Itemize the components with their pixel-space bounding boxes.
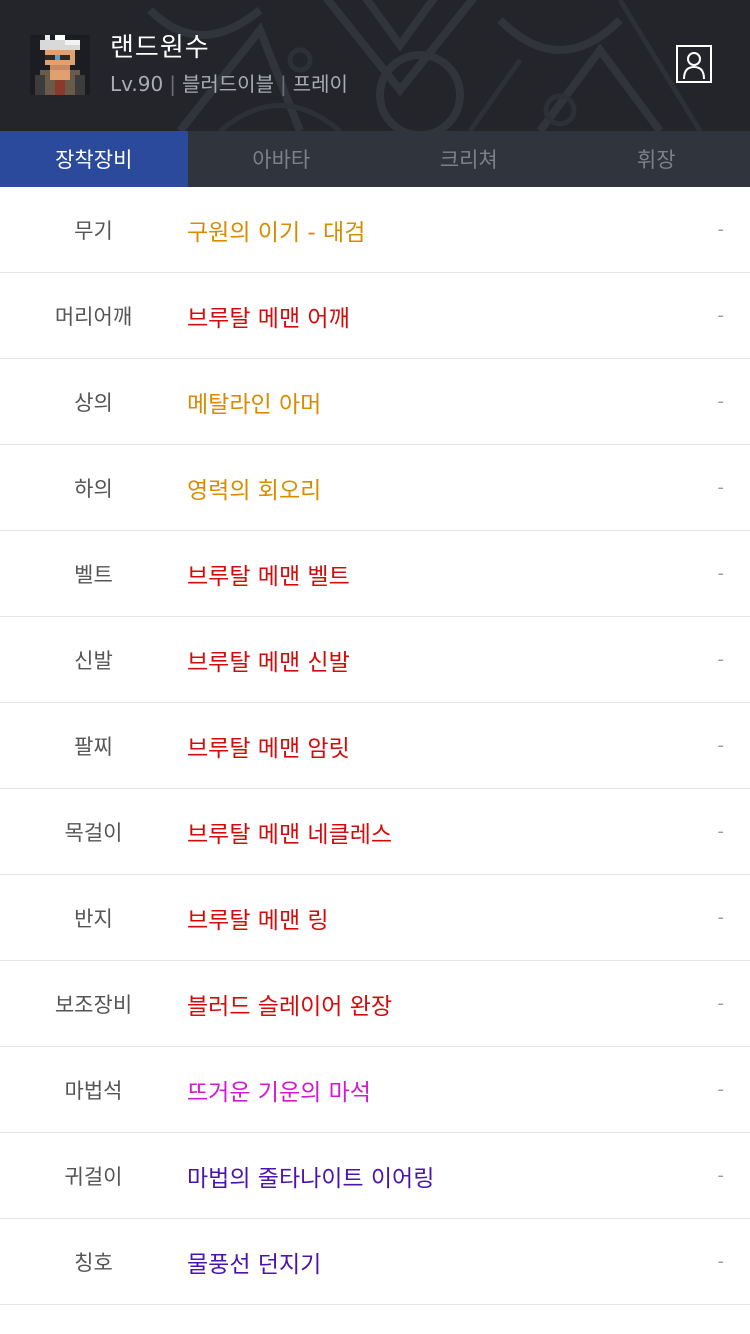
item-value: - bbox=[717, 1251, 725, 1272]
item-name: 브루탈 메맨 링 bbox=[187, 907, 329, 934]
equipment-list: 무기 구원의 이기 - 대검 - 머리어깨 브루탈 메맨 어깨 - 상의 메탈라… bbox=[0, 187, 750, 1305]
slot-label: 반지 bbox=[74, 906, 113, 931]
equipment-row[interactable]: 칭호 물풍선 던지기 - bbox=[0, 1219, 750, 1305]
slot-label: 신발 bbox=[74, 648, 113, 673]
item-name: 메탈라인 아머 bbox=[187, 391, 322, 418]
header-pattern bbox=[147, 0, 703, 131]
item-value: - bbox=[717, 477, 725, 498]
slot-label: 무기 bbox=[74, 218, 113, 243]
equipment-row[interactable]: 벨트 브루탈 메맨 벨트 - bbox=[0, 531, 750, 617]
profile-icon bbox=[676, 45, 712, 83]
equipment-row[interactable]: 머리어깨 브루탈 메맨 어깨 - bbox=[0, 273, 750, 359]
item-value: - bbox=[717, 391, 725, 412]
character-header: 랜드원수 Lv.90 | 블러드이블 | 프레이 bbox=[0, 0, 750, 131]
equipment-row[interactable]: 보조장비 블러드 슬레이어 완장 - bbox=[0, 961, 750, 1047]
equipment-row[interactable]: 무기 구원의 이기 - 대검 - bbox=[0, 187, 750, 273]
item-value: - bbox=[717, 735, 725, 756]
slot-label: 벨트 bbox=[74, 562, 113, 587]
character-info: Lv.90 | 블러드이블 | 프레이 bbox=[110, 70, 348, 98]
tab-creature[interactable]: 크리쳐 bbox=[375, 131, 563, 187]
profile-button[interactable] bbox=[676, 45, 712, 83]
item-name: 뜨거운 기운의 마석 bbox=[187, 1079, 371, 1106]
slot-label: 마법석 bbox=[64, 1078, 123, 1103]
tab-emblem[interactable]: 휘장 bbox=[563, 131, 750, 187]
character-server: 프레이 bbox=[292, 72, 348, 96]
character-job: 블러드이블 bbox=[181, 72, 274, 96]
tab-bar: 장착장비 아바타 크리쳐 휘장 bbox=[0, 131, 750, 187]
item-value: - bbox=[717, 907, 725, 928]
equipment-row[interactable]: 목걸이 브루탈 메맨 네클레스 - bbox=[0, 789, 750, 875]
character-name: 랜드원수 bbox=[110, 33, 210, 63]
equipment-row[interactable]: 상의 메탈라인 아머 - bbox=[0, 359, 750, 445]
item-name: 마법의 줄타나이트 이어링 bbox=[187, 1165, 435, 1192]
item-value: - bbox=[717, 821, 725, 842]
item-value: - bbox=[717, 1165, 725, 1186]
item-name: 물풍선 던지기 bbox=[187, 1251, 322, 1278]
item-value: - bbox=[717, 219, 725, 240]
slot-label: 칭호 bbox=[74, 1250, 113, 1275]
slot-label: 팔찌 bbox=[74, 734, 113, 759]
item-value: - bbox=[717, 563, 725, 584]
slot-label: 상의 bbox=[74, 390, 113, 415]
item-name: 영력의 회오리 bbox=[187, 477, 322, 504]
equipment-row[interactable]: 반지 브루탈 메맨 링 - bbox=[0, 875, 750, 961]
tab-avatar[interactable]: 아바타 bbox=[188, 131, 376, 187]
equipment-row[interactable]: 팔찌 브루탈 메맨 암릿 - bbox=[0, 703, 750, 789]
item-name: 블러드 슬레이어 완장 bbox=[187, 993, 393, 1020]
item-name: 브루탈 메맨 암릿 bbox=[187, 735, 350, 762]
equipment-row[interactable]: 하의 영력의 회오리 - bbox=[0, 445, 750, 531]
slot-label: 귀걸이 bbox=[64, 1164, 123, 1189]
item-name: 브루탈 메맨 신발 bbox=[187, 649, 350, 676]
item-name: 브루탈 메맨 벨트 bbox=[187, 563, 350, 590]
item-name: 브루탈 메맨 어깨 bbox=[187, 305, 350, 332]
equipment-row[interactable]: 마법석 뜨거운 기운의 마석 - bbox=[0, 1047, 750, 1133]
info-separator: | bbox=[169, 72, 176, 96]
slot-label: 보조장비 bbox=[54, 992, 133, 1017]
item-value: - bbox=[717, 649, 725, 670]
slot-label: 하의 bbox=[74, 476, 113, 501]
character-level: Lv.90 bbox=[110, 72, 164, 96]
item-value: - bbox=[717, 305, 725, 326]
item-name: 구원의 이기 - 대검 bbox=[187, 219, 366, 246]
slot-label: 목걸이 bbox=[64, 820, 123, 845]
slot-label: 머리어깨 bbox=[54, 304, 133, 329]
item-value: - bbox=[717, 993, 725, 1014]
equipment-row[interactable]: 신발 브루탈 메맨 신발 - bbox=[0, 617, 750, 703]
item-value: - bbox=[717, 1079, 725, 1100]
tab-equipment[interactable]: 장착장비 bbox=[0, 131, 188, 187]
equipment-row[interactable]: 귀걸이 마법의 줄타나이트 이어링 - bbox=[0, 1133, 750, 1219]
character-avatar bbox=[30, 35, 90, 95]
info-separator: | bbox=[279, 72, 287, 96]
item-name: 브루탈 메맨 네클레스 bbox=[187, 821, 393, 848]
